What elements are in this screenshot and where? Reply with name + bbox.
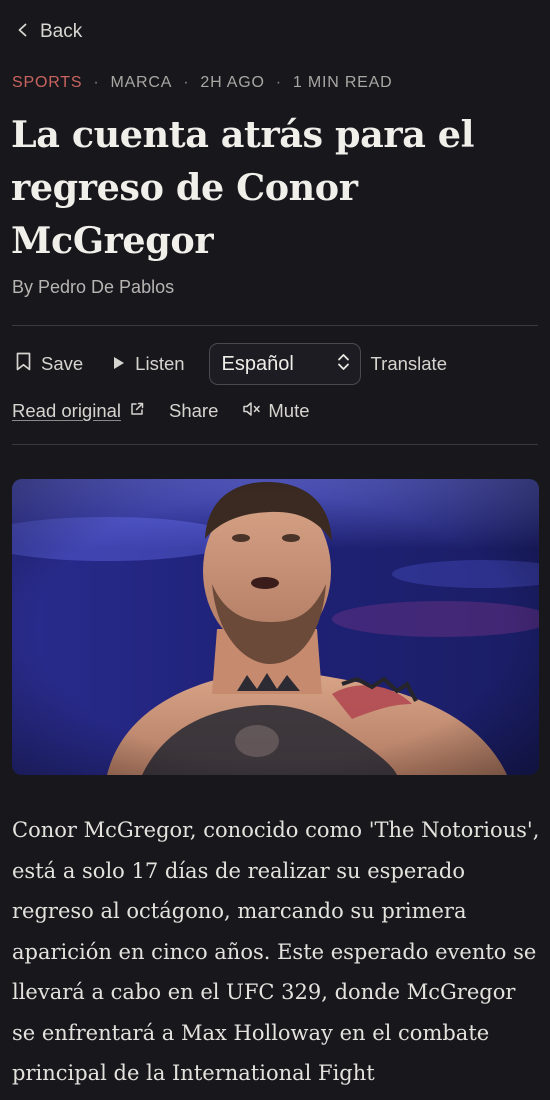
save-button[interactable]: Save	[16, 352, 83, 376]
translate-button[interactable]: Translate	[371, 353, 447, 375]
divider	[12, 444, 538, 445]
listen-label: Listen	[135, 353, 185, 374]
read-time-label: 1 MIN READ	[292, 74, 393, 91]
language-value: Español	[221, 352, 294, 375]
category-label[interactable]: SPORTS	[12, 74, 82, 92]
speaker-mute-icon	[242, 400, 264, 422]
play-icon	[113, 353, 125, 375]
meta-separator: ·	[93, 74, 100, 91]
share-button[interactable]: Share	[169, 400, 218, 422]
read-original-link[interactable]: Read original	[12, 400, 145, 422]
language-select[interactable]: Español	[208, 343, 361, 385]
save-label: Save	[41, 353, 84, 374]
bookmark-icon	[16, 352, 31, 376]
read-original-label: Read original	[12, 400, 122, 421]
listen-button[interactable]: Listen	[113, 353, 185, 375]
article-body: Conor McGregor, conocido como 'The Notor…	[12, 818, 540, 1085]
divider	[12, 325, 538, 326]
back-button[interactable]: Back	[16, 18, 82, 46]
article-headline: La cuenta atrás para el regreso de Conor…	[11, 113, 475, 262]
meta-separator: ·	[275, 74, 282, 91]
mute-button[interactable]: Mute	[242, 400, 310, 422]
mute-label: Mute	[268, 400, 310, 421]
article-hero-image	[12, 479, 539, 775]
meta-separator: ·	[183, 74, 190, 91]
chevron-up-down-icon	[337, 353, 350, 376]
back-label: Back	[40, 21, 83, 42]
external-link-icon	[129, 400, 145, 422]
article-secondary-actions: Read original Share Mute	[12, 398, 310, 424]
article-byline: By Pedro De Pablos	[12, 277, 175, 297]
source-label: MARCA	[110, 74, 173, 91]
article-meta: SPORTS · MARCA · 2H AGO · 1 MIN READ	[12, 74, 392, 92]
time-label: 2H AGO	[200, 74, 265, 91]
chevron-left-icon	[16, 21, 30, 43]
article-actions: Save Listen Español Translate	[12, 343, 447, 385]
